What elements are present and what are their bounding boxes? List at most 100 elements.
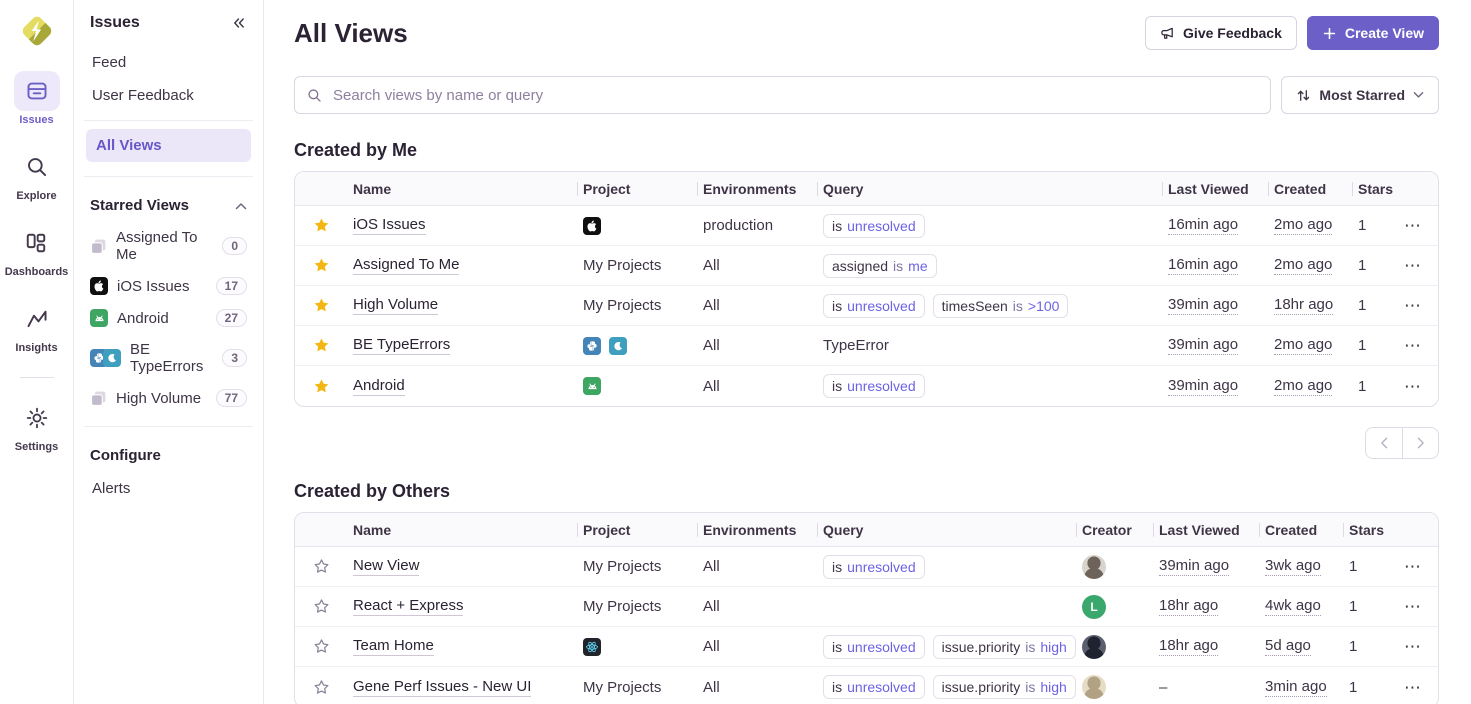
view-name-link[interactable]: iOS Issues [353,216,426,235]
divider [84,176,253,177]
give-feedback-button[interactable]: Give Feedback [1145,16,1297,50]
brand-diamond-bolt-icon[interactable] [18,12,56,55]
last-viewed-value: 39min ago [1168,377,1238,396]
column-header-stars: Stars [1352,181,1398,197]
view-name-link[interactable]: BE TypeErrors [353,336,450,355]
sidebar-starred-item[interactable]: BE TypeErrors3 [86,334,251,382]
query-chip: issue.priorityishigh [933,635,1076,659]
environments-cell: All [697,679,817,696]
row-overflow-menu[interactable]: ⋯ [1404,598,1422,615]
pagination [294,427,1439,459]
rail-item-issues[interactable]: Issues [14,71,60,126]
sidebar-item-alerts[interactable]: Alerts [86,472,251,505]
project-cell: My Projects [577,297,697,314]
chevron-up-icon[interactable] [235,202,247,210]
created-cell: 2mo ago [1268,377,1352,396]
rail-item-dashboards[interactable]: Dashboards [5,223,69,278]
view-name-link[interactable]: High Volume [353,296,438,315]
row-menu-cell: ⋯ [1398,297,1438,314]
name-cell: React + Express [347,597,577,616]
row-overflow-menu[interactable]: ⋯ [1404,638,1422,655]
query-cell: isunresolvedtimesSeenis>100 [817,294,1162,318]
count-badge: 0 [222,237,247,255]
rail-item-settings[interactable]: Settings [14,398,60,453]
created-cell: 2mo ago [1268,216,1352,235]
view-name-link[interactable]: Team Home [353,637,434,656]
star-outline-icon[interactable] [295,679,347,696]
view-name-link[interactable]: Android [353,377,405,396]
sidebar-item-user-feedback[interactable]: User Feedback [86,79,251,112]
count-badge: 17 [216,277,247,295]
row-overflow-menu[interactable]: ⋯ [1404,558,1422,575]
row-overflow-menu[interactable]: ⋯ [1404,257,1422,274]
star-filled-icon[interactable] [295,337,347,354]
star-filled-icon[interactable] [295,297,347,314]
stars-count-cell: 1 [1343,558,1398,575]
row-overflow-menu[interactable]: ⋯ [1404,679,1422,696]
search-input[interactable] [331,86,1258,105]
rail-item-explore[interactable]: Explore [14,147,60,202]
created-cell: 2mo ago [1268,256,1352,275]
sidebar-starred-item[interactable]: Assigned To Me0 [86,222,251,270]
last-viewed-value: – [1159,679,1167,696]
rail-divider [20,377,54,378]
python-project-icon [583,337,601,355]
query-chip: issue.priorityishigh [933,675,1076,699]
sidebar-starred-item[interactable]: iOS Issues17 [86,270,251,302]
stars-count-cell: 1 [1352,337,1398,354]
last-viewed-cell: – [1153,679,1259,696]
sidebar-item-all-views[interactable]: All Views [86,129,251,162]
table-row: React + ExpressMy ProjectsAllL18hr ago4w… [295,587,1438,627]
view-name-link[interactable]: Assigned To Me [353,256,459,275]
python-pair-project-icon [90,349,121,367]
column-header-environments: Environments [697,181,817,197]
sidebar-starred-item[interactable]: High Volume77 [86,382,251,414]
sidebar-starred-item[interactable]: Android27 [86,302,251,334]
sort-dropdown[interactable]: Most Starred [1281,76,1439,114]
rail-item-insights[interactable]: Insights [14,299,60,354]
previous-page-button[interactable] [1366,428,1402,458]
double-chevron-left-icon[interactable] [231,15,247,31]
plus-icon [1322,26,1337,41]
issues-sidebar: Issues Feed User Feedback All Views Star… [74,0,264,704]
android-project-icon [90,309,108,327]
table-row: Team HomeAllisunresolvedissue.priorityis… [295,627,1438,667]
query-cell: isunresolvedissue.priorityishigh [817,675,1076,699]
rail-label: Dashboards [5,266,69,278]
star-filled-icon[interactable] [295,378,347,395]
row-overflow-menu[interactable]: ⋯ [1404,337,1422,354]
column-header-query: Query [817,522,1076,538]
starred-item-label: BE TypeErrors [130,341,213,375]
last-viewed-value: 39min ago [1159,557,1229,576]
main-content: All Views Give Feedback Create View Most… [264,0,1471,704]
creator-cell [1076,555,1153,579]
view-name-link[interactable]: React + Express [353,597,463,616]
environments-cell: All [697,638,817,655]
next-page-button[interactable] [1402,428,1438,458]
star-filled-icon[interactable] [295,217,347,234]
android-project-icon [583,377,601,395]
rail-label: Settings [15,441,58,453]
star-outline-icon[interactable] [295,638,347,655]
star-filled-icon[interactable] [295,257,347,274]
creator-avatar: L [1082,595,1106,619]
stars-count-cell: 1 [1352,217,1398,234]
view-name-link[interactable]: Gene Perf Issues - New UI [353,678,531,697]
table-row: AndroidAllisunresolved39min ago2mo ago1⋯ [295,366,1438,406]
created-value: 5d ago [1265,637,1311,656]
name-cell: Gene Perf Issues - New UI [347,678,577,697]
rail-label: Issues [19,114,53,126]
created-by-me-heading: Created by Me [294,140,1439,161]
create-view-button[interactable]: Create View [1307,16,1439,50]
stars-count-cell: 1 [1343,679,1398,696]
star-outline-icon[interactable] [295,558,347,575]
row-overflow-menu[interactable]: ⋯ [1404,378,1422,395]
star-outline-icon[interactable] [295,598,347,615]
created-cell: 3wk ago [1259,557,1343,576]
sidebar-item-feed[interactable]: Feed [86,46,251,79]
project-cell: My Projects [577,257,697,274]
view-name-link[interactable]: New View [353,557,419,576]
row-overflow-menu[interactable]: ⋯ [1404,297,1422,314]
row-menu-cell: ⋯ [1398,598,1438,615]
row-overflow-menu[interactable]: ⋯ [1404,217,1422,234]
